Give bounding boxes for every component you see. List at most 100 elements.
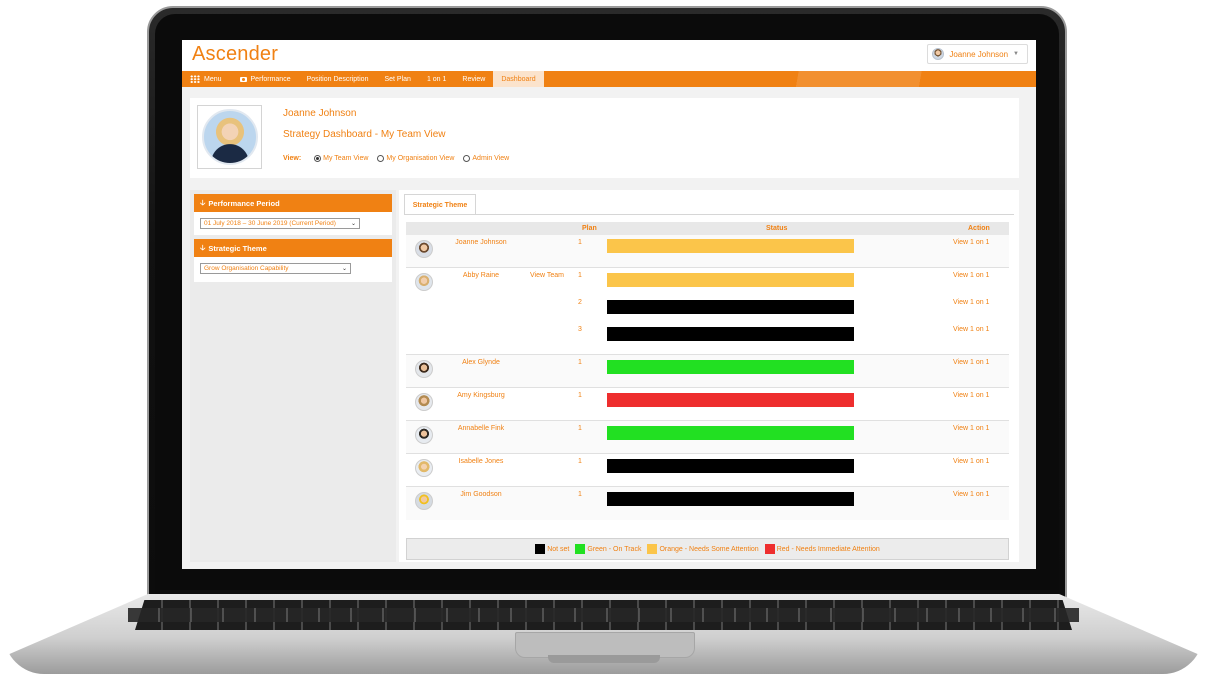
- profile-photo-image: [202, 109, 258, 165]
- status-bar-green: [607, 360, 854, 374]
- main-nav: Menu Performance Position Description Se…: [182, 71, 1036, 87]
- table-row: Joanne Johnson 1 View 1 on 1: [406, 235, 1009, 268]
- view-1-on-1-link[interactable]: View 1 on 1: [953, 392, 989, 399]
- avatar: [415, 459, 433, 477]
- laptop-keyboard-row: [128, 608, 1079, 622]
- radio-selected-icon: [314, 155, 322, 162]
- nav-menu-label: Menu: [204, 75, 222, 83]
- nav-dashboard[interactable]: Dashboard: [493, 71, 544, 87]
- avatar: [415, 240, 433, 258]
- employee-name[interactable]: Alex Glynde: [436, 359, 526, 366]
- avatar: [415, 426, 433, 444]
- legend-red: Red - Needs Immediate Attention: [764, 544, 880, 554]
- view-1-on-1-link[interactable]: View 1 on 1: [953, 491, 989, 498]
- strategic-theme-value: Grow Organisation Capability: [204, 265, 289, 272]
- plan-number: 3: [578, 326, 582, 333]
- user-menu-button[interactable]: Joanne Johnson ▼: [927, 44, 1028, 64]
- nav-performance[interactable]: Performance: [230, 71, 299, 87]
- status-bar-red: [607, 393, 854, 407]
- tab-strategic-theme[interactable]: Strategic Theme: [404, 194, 476, 215]
- camera-icon: [239, 76, 247, 82]
- view-team-link[interactable]: View Team: [530, 272, 564, 279]
- performance-period-header[interactable]: 🡣 Performance Period: [194, 194, 392, 212]
- view-1-on-1-link[interactable]: View 1 on 1: [953, 272, 989, 279]
- strategic-theme-select[interactable]: Grow Organisation Capability ⌄: [200, 263, 351, 274]
- nav-review[interactable]: Review: [454, 71, 493, 87]
- view-1-on-1-link[interactable]: View 1 on 1: [953, 299, 989, 306]
- legend-orange: Orange - Needs Some Attention: [647, 544, 759, 554]
- employee-name[interactable]: Joanne Johnson: [436, 239, 526, 246]
- status-bar-green: [607, 426, 854, 440]
- performance-period-filter: 🡣 Performance Period 01 July 2018 – 30 Ju…: [194, 194, 392, 235]
- view-radio-admin[interactable]: Admin View: [463, 155, 509, 162]
- grid-icon: [190, 75, 200, 83]
- app-header: Ascender Joanne Johnson ▼: [182, 40, 1036, 71]
- plan-number: 1: [578, 359, 582, 366]
- employee-name[interactable]: Annabelle Fink: [436, 425, 526, 432]
- table-row: Amy Kingsburg 1 View 1 on 1: [406, 388, 1009, 421]
- employee-name[interactable]: Abby Raine: [436, 272, 526, 279]
- nav-1-on-1[interactable]: 1 on 1: [419, 71, 454, 87]
- status-bar-orange: [607, 273, 854, 287]
- table-row: Isabelle Jones 1 View 1 on 1: [406, 454, 1009, 487]
- status-bar-black: [607, 492, 854, 506]
- view-1-on-1-link[interactable]: View 1 on 1: [953, 359, 989, 366]
- arrow-down-icon: 🡣: [200, 242, 206, 252]
- view-1-on-1-link[interactable]: View 1 on 1: [953, 326, 989, 333]
- user-name: Joanne Johnson: [949, 49, 1009, 59]
- strategic-theme-header[interactable]: 🡣 Strategic Theme: [194, 239, 392, 257]
- status-bar-black: [607, 327, 854, 341]
- performance-period-value: 01 July 2018 – 30 June 2019 (Current Per…: [204, 220, 336, 227]
- view-1-on-1-link[interactable]: View 1 on 1: [953, 239, 989, 246]
- legend-swatch-red: [764, 544, 775, 554]
- table-row: Abby Raine View Team 1 View 1 on 1 2 Vie…: [406, 268, 1009, 355]
- avatar: [415, 393, 433, 411]
- legend-not-set: Not set: [535, 544, 569, 554]
- status-column-header: Status: [766, 225, 788, 232]
- employee-name[interactable]: Amy Kingsburg: [436, 392, 526, 399]
- profile-panel: Joanne Johnson Strategy Dashboard - My T…: [190, 98, 1019, 178]
- legend-label: Not set: [547, 545, 570, 553]
- view-1-on-1-link[interactable]: View 1 on 1: [953, 425, 989, 432]
- plan-number: 1: [578, 491, 582, 498]
- legend-swatch-orange: [647, 544, 658, 554]
- legend-label: Red - Needs Immediate Attention: [776, 545, 880, 553]
- status-bar-black: [607, 459, 854, 473]
- table-row: Alex Glynde 1 View 1 on 1: [406, 355, 1009, 388]
- view-my-organisation-label: My Organisation View: [386, 155, 455, 162]
- employee-name[interactable]: Isabelle Jones: [436, 458, 526, 465]
- nav-set-plan[interactable]: Set Plan: [376, 71, 418, 87]
- ascender-logo[interactable]: Ascender: [192, 43, 278, 66]
- view-admin-label: Admin View: [472, 155, 510, 162]
- nav-position-description[interactable]: Position Description: [299, 71, 377, 87]
- legend-label: Orange - Needs Some Attention: [659, 545, 759, 553]
- legend-swatch-black: [535, 544, 546, 554]
- plan-number: 1: [578, 458, 582, 465]
- view-label: View:: [283, 155, 302, 162]
- laptop-base-lip: [548, 655, 660, 663]
- performance-period-select[interactable]: 01 July 2018 – 30 June 2019 (Current Per…: [200, 218, 360, 229]
- nav-menu[interactable]: Menu: [182, 71, 230, 87]
- arrow-down-icon: 🡣: [200, 197, 206, 207]
- chevron-down-icon: ⌄: [350, 221, 356, 227]
- employee-name[interactable]: Jim Goodson: [436, 491, 526, 498]
- strategic-theme-filter: 🡣 Strategic Theme Grow Organisation Capab…: [194, 239, 392, 282]
- view-my-team-label: My Team View: [323, 155, 369, 162]
- view-radio-my-organisation[interactable]: My Organisation View: [377, 155, 454, 162]
- table-row: Annabelle Fink 1 View 1 on 1: [406, 421, 1009, 454]
- plan-number: 1: [578, 425, 582, 432]
- avatar: [415, 492, 433, 510]
- view-radio-my-team[interactable]: My Team View: [314, 155, 368, 162]
- plan-number: 2: [578, 299, 582, 306]
- status-bar-black: [607, 300, 854, 314]
- table-row: Jim Goodson 1 View 1 on 1: [406, 487, 1009, 520]
- plan-number: 1: [578, 239, 582, 246]
- filter-panel: 🡣 Performance Period 01 July 2018 – 30 Ju…: [190, 190, 396, 562]
- page-title: Strategy Dashboard - My Team View: [283, 129, 446, 140]
- legend-green: Green - On Track: [575, 544, 641, 554]
- plan-number: 1: [578, 272, 582, 279]
- performance-period-title: Performance Period: [208, 198, 280, 208]
- profile-photo: [197, 105, 262, 169]
- radio-icon: [463, 155, 471, 162]
- view-1-on-1-link[interactable]: View 1 on 1: [953, 458, 989, 465]
